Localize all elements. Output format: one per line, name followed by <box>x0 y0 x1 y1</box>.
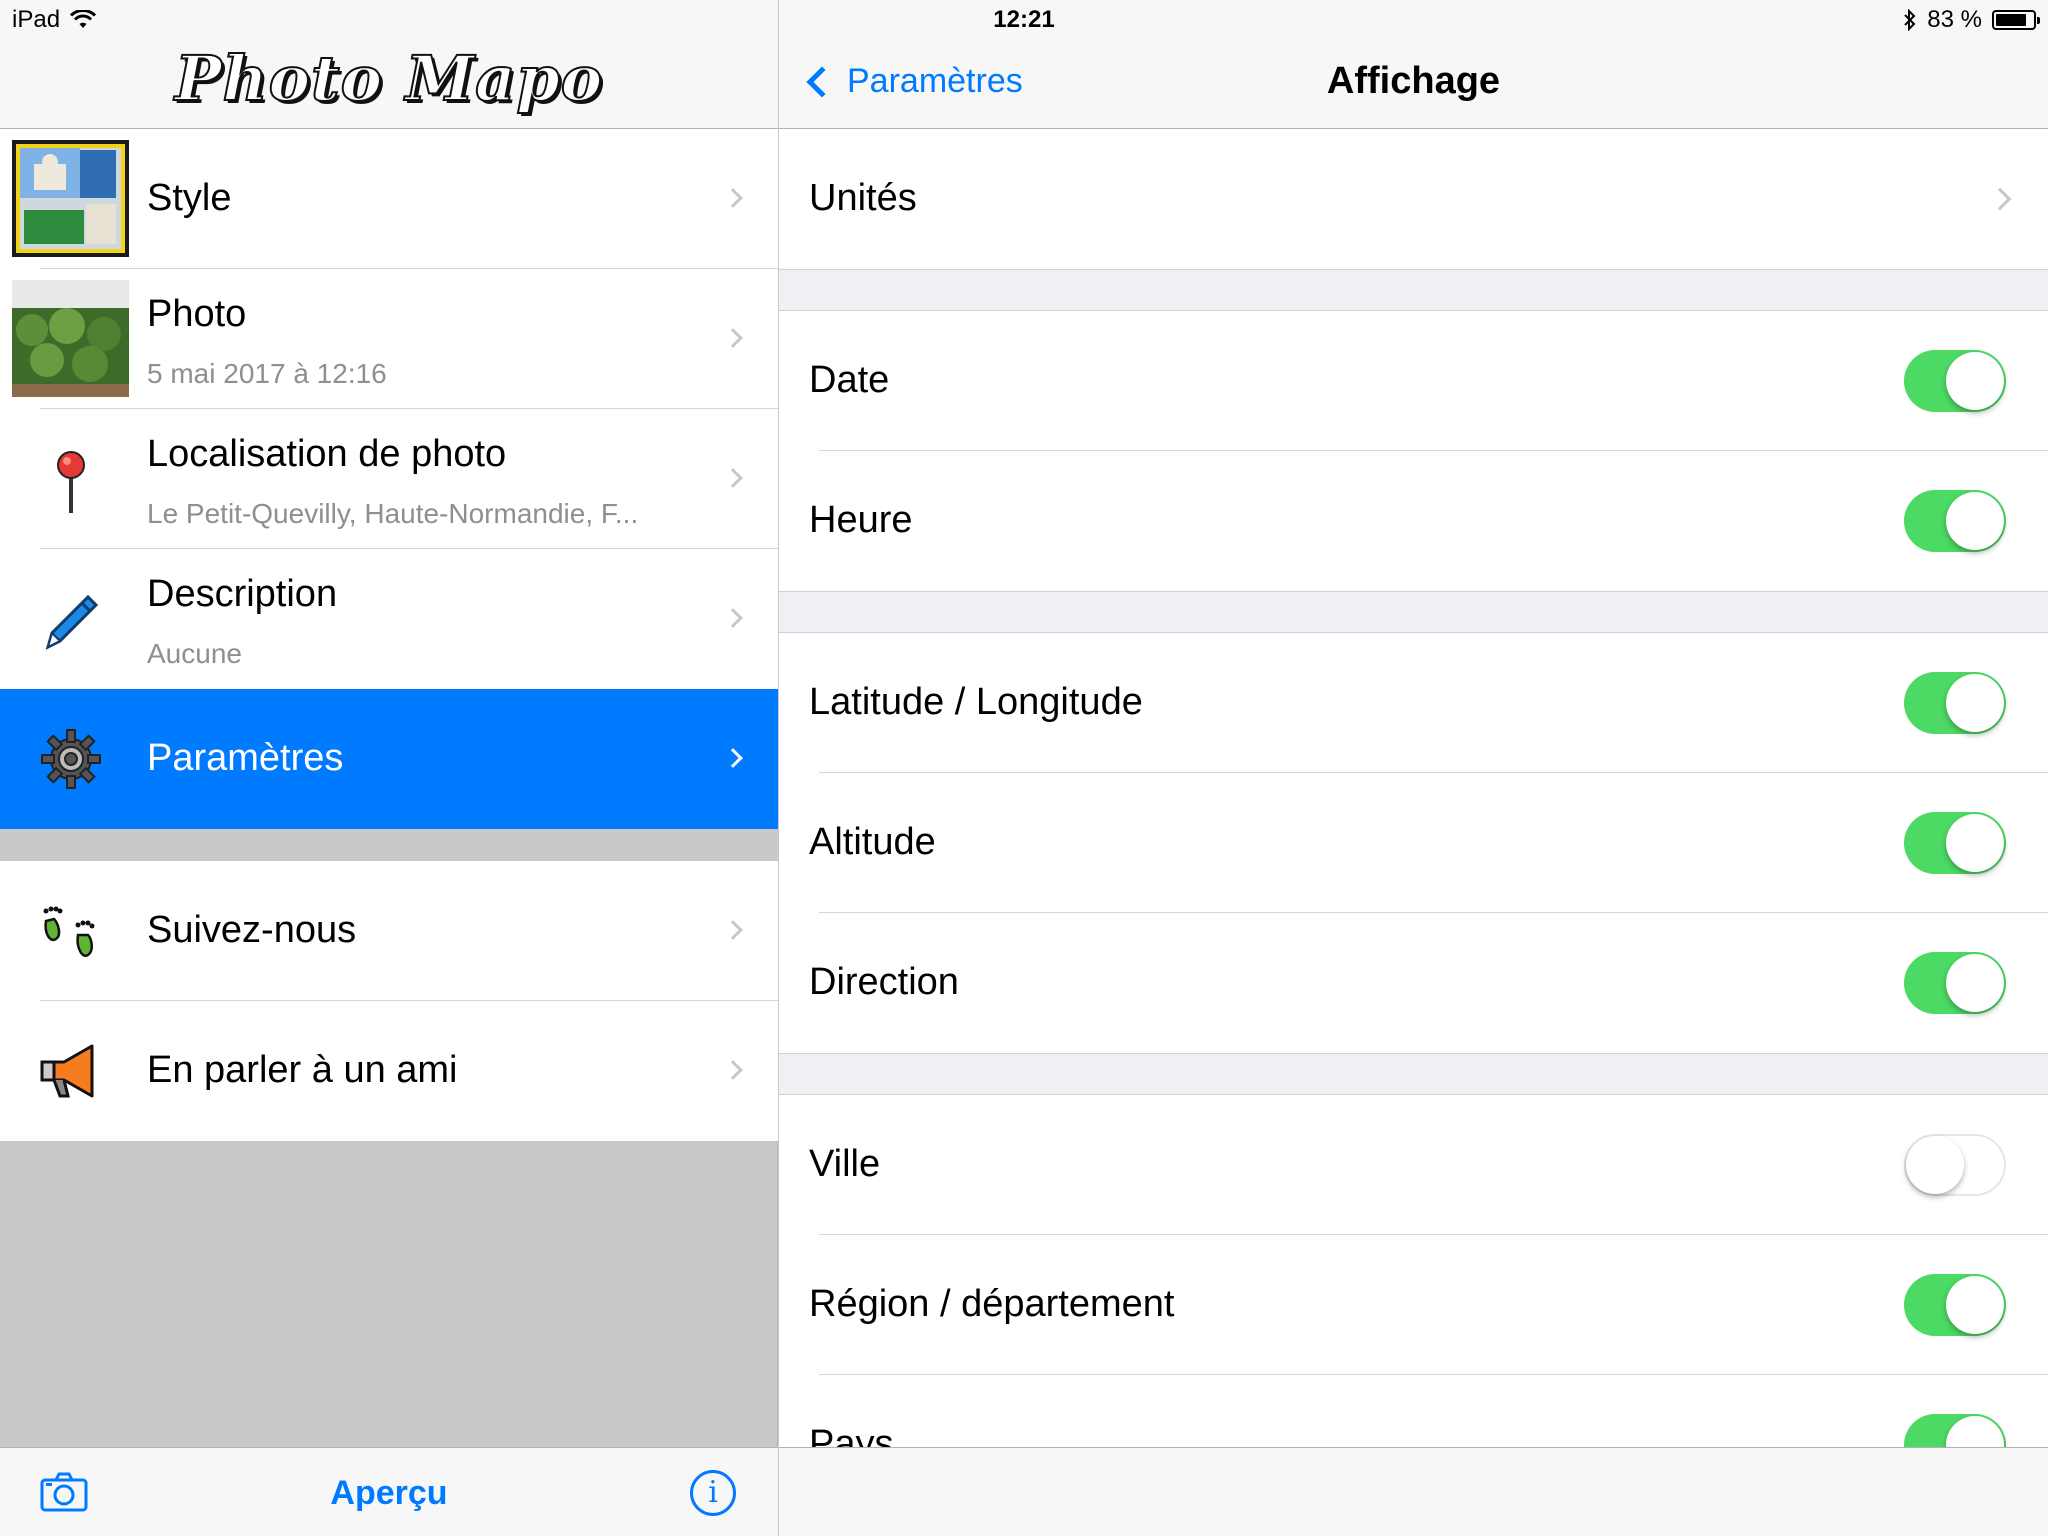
menu-item-settings[interactable]: Paramètres <box>0 689 778 829</box>
date-toggle[interactable] <box>1904 350 2006 412</box>
row-label: Direction <box>809 961 959 1003</box>
detail-toolbar <box>779 1447 2048 1536</box>
row-date: Date <box>779 311 2048 451</box>
menu-item-location[interactable]: Localisation de photo Le Petit-Quevilly,… <box>0 409 778 549</box>
region-toggle[interactable] <box>1904 1274 2006 1336</box>
chevron-right-icon <box>723 608 743 628</box>
megaphone-icon <box>40 1044 94 1098</box>
menu-item-title: En parler à un ami <box>147 1049 458 1091</box>
master-toolbar: Aperçu i <box>0 1447 778 1536</box>
row-city: Ville <box>779 1095 2048 1235</box>
row-altitude: Altitude <box>779 773 2048 913</box>
page-title: Affichage <box>1326 60 1501 102</box>
row-label: Latitude / Longitude <box>809 681 1143 723</box>
chevron-right-icon <box>723 188 743 208</box>
detail-pane: Paramètres Affichage Unités Date Heure L… <box>779 0 2048 1536</box>
altitude-toggle[interactable] <box>1904 812 2006 874</box>
chevron-right-icon <box>723 920 743 940</box>
status-bar: iPad 12:21 83 % <box>0 0 2048 40</box>
footprints-icon <box>43 906 95 957</box>
menu-list: Style Photo 5 mai 2017 à 12:16 Localisat… <box>0 129 778 1141</box>
row-region: Région / département <box>779 1235 2048 1375</box>
section-position: Latitude / Longitude Altitude Direction <box>779 632 2048 1054</box>
menu-item-subtitle: Le Petit-Quevilly, Haute-Normandie, F... <box>147 498 639 529</box>
app-logo: Photo Mapo <box>174 41 604 116</box>
section-place: Ville Région / département Pays <box>779 1094 2048 1447</box>
row-time: Heure <box>779 451 2048 591</box>
menu-item-subtitle: 5 mai 2017 à 12:16 <box>147 358 387 389</box>
row-label: Unités <box>809 177 917 219</box>
section-units: Unités <box>779 129 2048 270</box>
menu-item-photo[interactable]: Photo 5 mai 2017 à 12:16 <box>0 269 778 409</box>
gear-icon <box>41 729 101 789</box>
preview-button[interactable]: Aperçu <box>0 1474 778 1513</box>
row-country: Pays <box>779 1375 2048 1447</box>
menu-item-title: Suivez-nous <box>147 909 357 951</box>
time-toggle[interactable] <box>1904 490 2006 552</box>
country-toggle[interactable] <box>1904 1414 2006 1447</box>
chevron-right-icon <box>723 328 743 348</box>
menu-item-title: Description <box>147 573 338 615</box>
menu-item-description[interactable]: Description Aucune <box>0 549 778 689</box>
chevron-right-icon <box>723 1060 743 1080</box>
menu-item-subtitle: Aucune <box>147 638 242 669</box>
direction-toggle[interactable] <box>1904 952 2006 1014</box>
row-label: Région / département <box>809 1283 1175 1325</box>
menu-item-title: Photo <box>147 293 247 335</box>
row-label: Ville <box>809 1143 881 1185</box>
master-pane: Photo Mapo Style Photo 5 mai 2017 à 12:1… <box>0 0 778 1536</box>
menu-item-follow-us[interactable]: Suivez-nous <box>0 861 778 1001</box>
status-right: 83 % <box>1903 6 2040 34</box>
row-label: Heure <box>809 499 913 541</box>
chevron-right-icon <box>723 468 743 488</box>
battery-percent: 83 % <box>1927 6 1982 33</box>
map-pin-icon <box>57 451 85 513</box>
style-thumbnail <box>12 140 129 257</box>
menu-item-title: Paramètres <box>147 737 344 779</box>
row-direction: Direction <box>779 913 2048 1053</box>
chevron-right-icon <box>723 748 743 768</box>
info-icon[interactable]: i <box>690 1470 736 1516</box>
menu-item-title: Localisation de photo <box>147 433 507 475</box>
menu-item-tell-a-friend[interactable]: En parler à un ami <box>0 1001 778 1141</box>
chevron-right-icon <box>1988 187 2012 211</box>
pen-icon <box>45 594 99 650</box>
menu-item-style[interactable]: Style <box>0 129 778 269</box>
battery-icon <box>1992 10 2040 30</box>
section-datetime: Date Heure <box>779 310 2048 592</box>
menu-item-title: Style <box>147 177 232 219</box>
photo-thumbnail <box>12 280 129 397</box>
settings-list: Unités Date Heure Latitude / Longitude A… <box>779 129 2048 1447</box>
row-units[interactable]: Unités <box>779 129 2048 269</box>
row-label: Pays <box>809 1423 894 1447</box>
city-toggle[interactable] <box>1904 1134 2006 1196</box>
row-latlon: Latitude / Longitude <box>779 633 2048 773</box>
row-label: Date <box>809 359 890 401</box>
status-time: 12:21 <box>993 6 1055 33</box>
row-label: Altitude <box>809 821 936 863</box>
latlon-toggle[interactable] <box>1904 672 2006 734</box>
bluetooth-icon <box>1904 9 1916 31</box>
